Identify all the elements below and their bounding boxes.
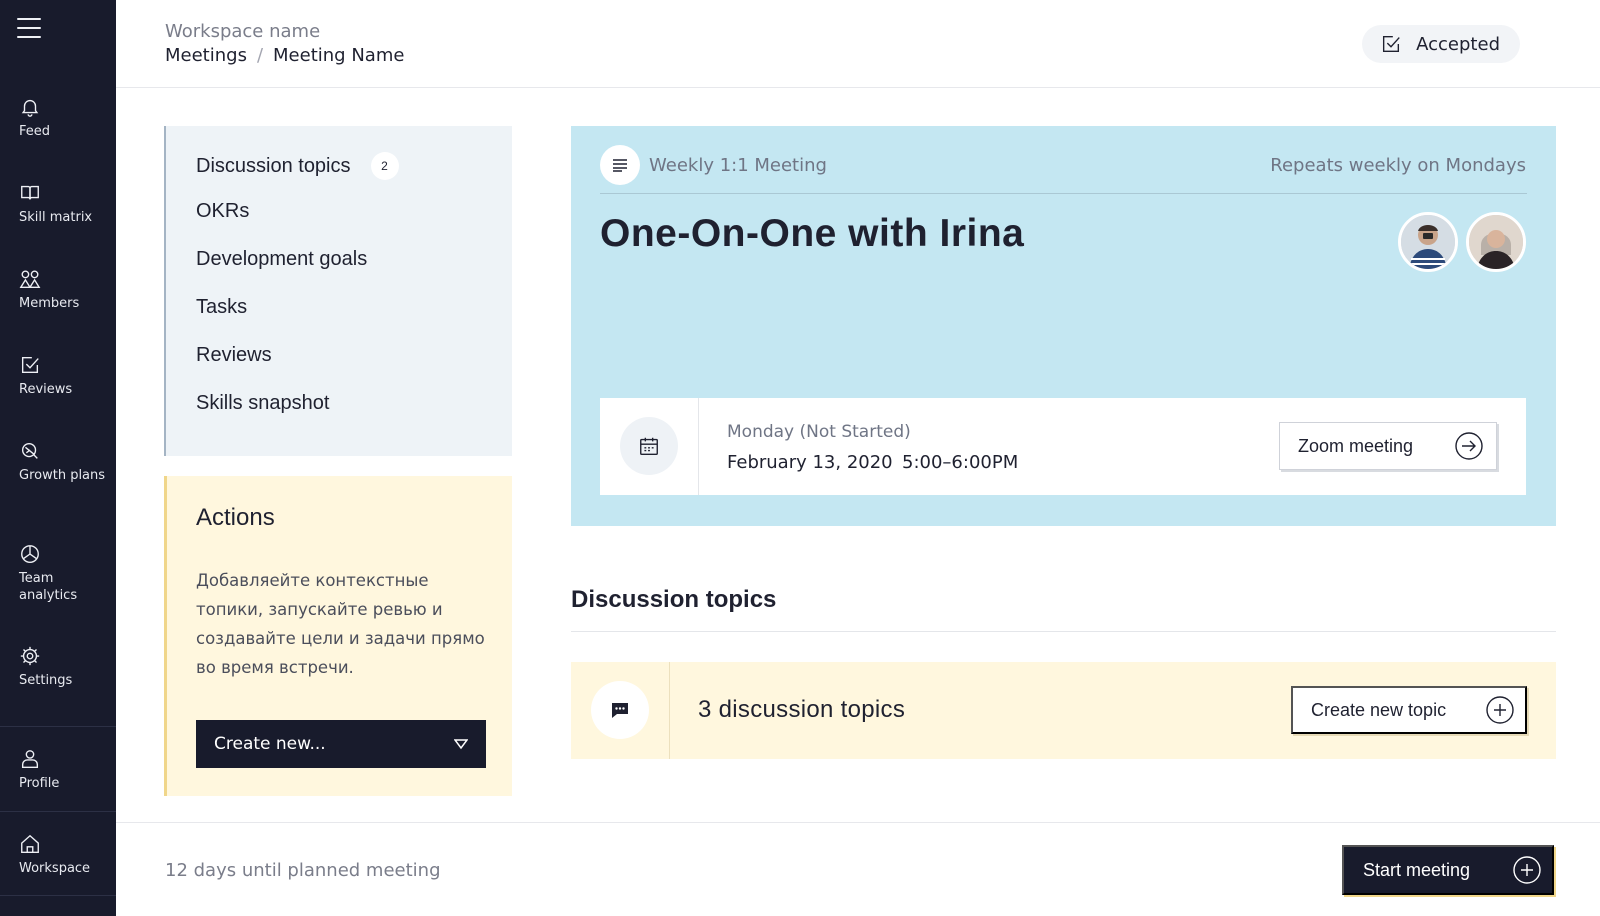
sidebar-item-team-analytics[interactable]: Team analytics [0,543,116,604]
topics-nav-discussion-topics[interactable]: Discussion topics 2 [196,152,399,180]
meeting-countdown: 12 days until planned meeting [165,860,441,881]
analytics-icon [21,545,39,563]
topics-nav-label: Discussion topics [196,154,351,177]
avatar[interactable] [1398,212,1458,272]
create-new-topic-button[interactable]: Create new topic [1291,686,1527,734]
divider [571,631,1556,632]
topics-nav-reviews[interactable]: Reviews [196,344,272,367]
start-meeting-label: Start meeting [1363,859,1471,880]
workspace-name: Workspace name [165,21,321,42]
growth-icon [21,442,38,459]
document-icon [600,145,640,185]
sidebar-item-label: Workspace [19,861,91,876]
meeting-title: One-On-One with Irina [600,212,1025,255]
sidebar-item-growth-plans[interactable]: Growth plans [0,440,116,484]
sidebar-divider [0,811,116,812]
actions-card: Actions Добавляейте контекстные топики, … [164,476,512,796]
topics-nav-label: Reviews [196,344,272,366]
sidebar-item-label: Team analytics [19,571,78,603]
topics-nav-label: Skills snapshot [196,392,330,414]
sidebar-item-feed[interactable]: Feed [0,96,116,140]
sidebar-item-label: Reviews [19,382,73,397]
sidebar-divider [0,895,116,896]
sidebar-item-profile[interactable]: Profile [0,748,116,792]
sidebar-item-label: Settings [19,673,73,688]
topics-nav-label: Development goals [196,248,368,270]
sidebar-item-label: Profile [19,776,60,791]
chevron-down-icon [454,739,468,750]
actions-title: Actions [196,504,275,531]
divider [116,822,1600,823]
topics-nav: Discussion topics 2 OKRs Development goa… [164,126,512,456]
topics-nav-development-goals[interactable]: Development goals [196,248,367,271]
sidebar-item-label: Growth plans [19,468,106,483]
plus-circle-icon [1486,696,1514,724]
sidebar-item-label: Feed [19,124,51,139]
topics-nav-label: Tasks [196,296,248,318]
zoom-meeting-button[interactable]: Zoom meeting [1279,422,1497,470]
menu-icon[interactable] [17,18,41,40]
meeting-day-status: Monday (Not Started) [727,422,911,442]
calendar-icon [620,417,678,475]
sidebar-divider [0,726,116,727]
gear-icon [20,646,40,666]
members-icon [19,270,41,288]
meeting-schedule: Monday (Not Started) February 13, 2020 5… [600,398,1526,495]
meeting-time: 5:00–6:00PM [902,452,1019,473]
bell-icon [21,99,39,117]
topics-nav-okrs[interactable]: OKRs [196,200,249,223]
sidebar-item-members[interactable]: Members [0,268,116,312]
divider [600,193,1527,194]
plus-circle-icon [1513,856,1541,884]
discussion-topics-heading: Discussion topics [571,586,777,613]
count-badge: 2 [370,152,399,180]
divider [698,398,699,495]
sidebar: Feed Skill matrix Members Reviews Growth… [0,0,116,916]
create-new-label: Create new... [214,734,326,754]
user-icon [21,750,39,768]
breadcrumb: Meetings / Meeting Name [165,45,404,66]
topics-nav-skills-snapshot[interactable]: Skills snapshot [196,392,329,415]
discussion-topics-card: 3 discussion topics Create new topic [571,662,1556,759]
meeting-recurrence: Repeats weekly on Mondays [1270,155,1526,176]
breadcrumb-separator: / [256,45,264,66]
status-label: Accepted [1416,33,1500,55]
topics-nav-tasks[interactable]: Tasks [196,296,247,319]
sidebar-item-reviews[interactable]: Reviews [0,354,116,398]
avatar[interactable] [1466,212,1526,272]
sidebar-item-label: Members [19,296,80,311]
check-square-icon [1383,35,1400,53]
check-square-icon [21,356,39,374]
create-new-topic-label: Create new topic [1311,699,1447,720]
meeting-type: Weekly 1:1 Meeting [649,155,827,176]
status-badge[interactable]: Accepted [1362,25,1520,63]
book-icon [21,185,39,200]
sidebar-item-workspace[interactable]: Workspace [0,833,116,877]
breadcrumb-current: Meeting Name [273,45,405,66]
actions-description: Добавляейте контекстные топики, запускай… [196,571,485,677]
page-header: Workspace name Meetings / Meeting Name A… [116,0,1600,88]
chat-icon [591,681,649,739]
arrow-right-circle-icon [1455,432,1483,460]
topics-nav-label: OKRs [196,200,250,222]
sidebar-item-settings[interactable]: Settings [0,645,116,689]
discussion-topics-count: 3 discussion topics [698,696,906,723]
meeting-date: February 13, 2020 [727,452,893,473]
create-new-dropdown[interactable]: Create new... [196,720,486,768]
sidebar-item-skill-matrix[interactable]: Skill matrix [0,182,116,226]
zoom-meeting-label: Zoom meeting [1298,435,1414,456]
breadcrumb-meetings[interactable]: Meetings [165,45,247,66]
divider [669,662,670,759]
sidebar-item-label: Skill matrix [19,210,93,225]
meeting-card: Weekly 1:1 Meeting Repeats weekly on Mon… [571,126,1556,526]
start-meeting-button[interactable]: Start meeting [1342,845,1554,895]
home-icon [21,834,39,853]
